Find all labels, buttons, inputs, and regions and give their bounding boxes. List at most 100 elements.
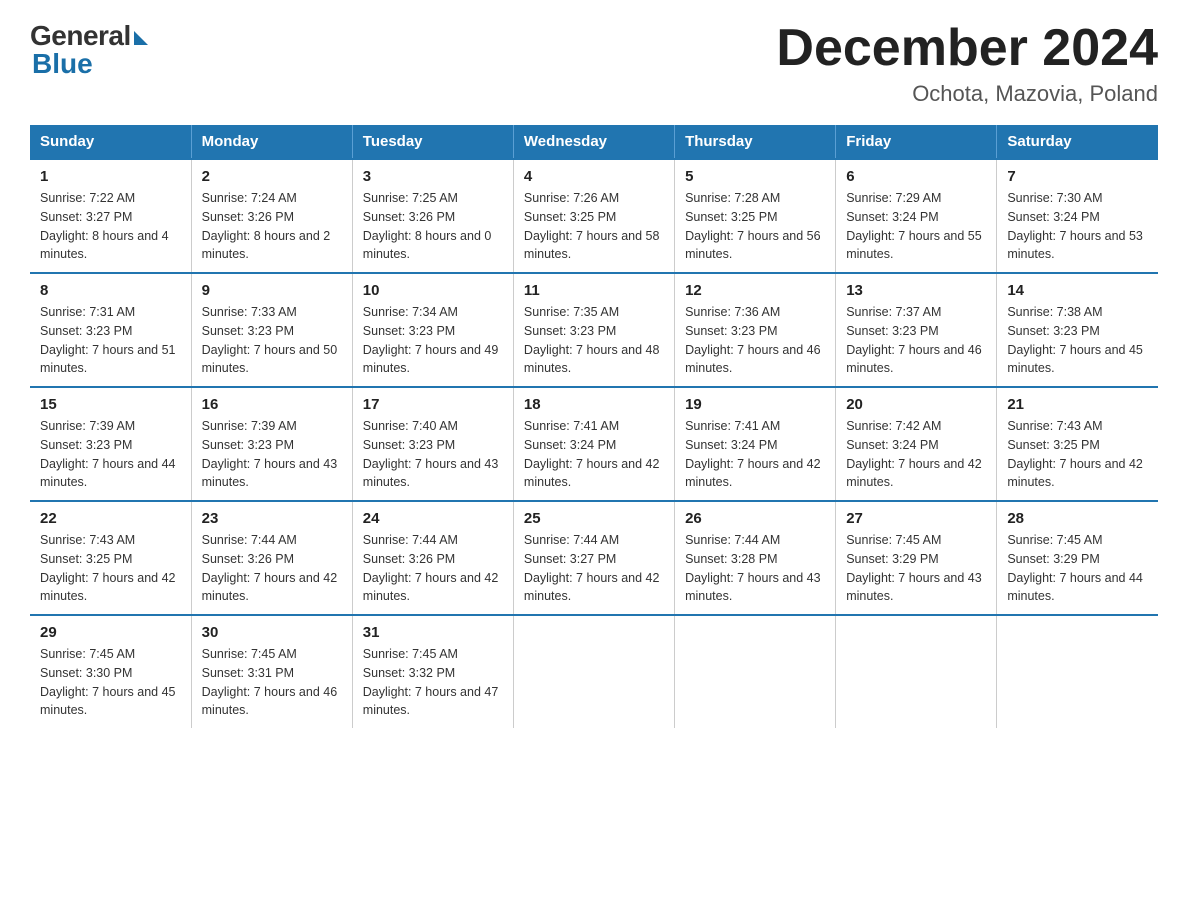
day-info: Sunrise: 7:37 AM Sunset: 3:23 PM Dayligh… [846, 303, 986, 378]
week-row-2: 8 Sunrise: 7:31 AM Sunset: 3:23 PM Dayli… [30, 273, 1158, 387]
day-number: 16 [202, 396, 342, 413]
day-number: 22 [40, 510, 181, 527]
header-row: Sunday Monday Tuesday Wednesday Thursday… [30, 125, 1158, 159]
day-number: 12 [685, 282, 825, 299]
day-info: Sunrise: 7:39 AM Sunset: 3:23 PM Dayligh… [202, 417, 342, 492]
location-subtitle: Ochota, Mazovia, Poland [776, 81, 1158, 107]
calendar-cell [997, 615, 1158, 728]
day-number: 11 [524, 282, 664, 299]
calendar-cell: 6 Sunrise: 7:29 AM Sunset: 3:24 PM Dayli… [836, 159, 997, 273]
day-info: Sunrise: 7:45 AM Sunset: 3:29 PM Dayligh… [846, 531, 986, 606]
col-monday: Monday [191, 125, 352, 159]
calendar-cell: 9 Sunrise: 7:33 AM Sunset: 3:23 PM Dayli… [191, 273, 352, 387]
day-info: Sunrise: 7:44 AM Sunset: 3:28 PM Dayligh… [685, 531, 825, 606]
day-info: Sunrise: 7:38 AM Sunset: 3:23 PM Dayligh… [1007, 303, 1148, 378]
calendar-cell: 2 Sunrise: 7:24 AM Sunset: 3:26 PM Dayli… [191, 159, 352, 273]
day-info: Sunrise: 7:45 AM Sunset: 3:29 PM Dayligh… [1007, 531, 1148, 606]
day-number: 19 [685, 396, 825, 413]
calendar-cell: 3 Sunrise: 7:25 AM Sunset: 3:26 PM Dayli… [352, 159, 513, 273]
day-info: Sunrise: 7:31 AM Sunset: 3:23 PM Dayligh… [40, 303, 181, 378]
day-number: 25 [524, 510, 664, 527]
day-number: 26 [685, 510, 825, 527]
calendar-cell: 20 Sunrise: 7:42 AM Sunset: 3:24 PM Dayl… [836, 387, 997, 501]
col-friday: Friday [836, 125, 997, 159]
calendar-cell: 27 Sunrise: 7:45 AM Sunset: 3:29 PM Dayl… [836, 501, 997, 615]
calendar-cell: 23 Sunrise: 7:44 AM Sunset: 3:26 PM Dayl… [191, 501, 352, 615]
day-number: 3 [363, 168, 503, 185]
day-info: Sunrise: 7:44 AM Sunset: 3:27 PM Dayligh… [524, 531, 664, 606]
day-info: Sunrise: 7:43 AM Sunset: 3:25 PM Dayligh… [1007, 417, 1148, 492]
logo-blue-text: Blue [30, 48, 93, 80]
day-number: 15 [40, 396, 181, 413]
day-number: 10 [363, 282, 503, 299]
day-info: Sunrise: 7:28 AM Sunset: 3:25 PM Dayligh… [685, 189, 825, 264]
day-info: Sunrise: 7:29 AM Sunset: 3:24 PM Dayligh… [846, 189, 986, 264]
col-saturday: Saturday [997, 125, 1158, 159]
day-info: Sunrise: 7:35 AM Sunset: 3:23 PM Dayligh… [524, 303, 664, 378]
day-info: Sunrise: 7:34 AM Sunset: 3:23 PM Dayligh… [363, 303, 503, 378]
day-number: 6 [846, 168, 986, 185]
day-info: Sunrise: 7:45 AM Sunset: 3:31 PM Dayligh… [202, 645, 342, 720]
day-info: Sunrise: 7:36 AM Sunset: 3:23 PM Dayligh… [685, 303, 825, 378]
day-info: Sunrise: 7:39 AM Sunset: 3:23 PM Dayligh… [40, 417, 181, 492]
calendar-cell: 17 Sunrise: 7:40 AM Sunset: 3:23 PM Dayl… [352, 387, 513, 501]
calendar-cell: 14 Sunrise: 7:38 AM Sunset: 3:23 PM Dayl… [997, 273, 1158, 387]
day-number: 8 [40, 282, 181, 299]
day-info: Sunrise: 7:22 AM Sunset: 3:27 PM Dayligh… [40, 189, 181, 264]
calendar-cell: 7 Sunrise: 7:30 AM Sunset: 3:24 PM Dayli… [997, 159, 1158, 273]
calendar-cell: 26 Sunrise: 7:44 AM Sunset: 3:28 PM Dayl… [675, 501, 836, 615]
day-info: Sunrise: 7:41 AM Sunset: 3:24 PM Dayligh… [685, 417, 825, 492]
logo: General Blue [30, 20, 148, 80]
calendar-cell: 5 Sunrise: 7:28 AM Sunset: 3:25 PM Dayli… [675, 159, 836, 273]
day-number: 21 [1007, 396, 1148, 413]
month-title: December 2024 [776, 20, 1158, 77]
day-number: 27 [846, 510, 986, 527]
day-info: Sunrise: 7:26 AM Sunset: 3:25 PM Dayligh… [524, 189, 664, 264]
day-number: 5 [685, 168, 825, 185]
day-number: 13 [846, 282, 986, 299]
calendar-cell: 31 Sunrise: 7:45 AM Sunset: 3:32 PM Dayl… [352, 615, 513, 728]
title-block: December 2024 Ochota, Mazovia, Poland [776, 20, 1158, 107]
day-info: Sunrise: 7:25 AM Sunset: 3:26 PM Dayligh… [363, 189, 503, 264]
day-info: Sunrise: 7:42 AM Sunset: 3:24 PM Dayligh… [846, 417, 986, 492]
day-info: Sunrise: 7:45 AM Sunset: 3:32 PM Dayligh… [363, 645, 503, 720]
day-number: 24 [363, 510, 503, 527]
calendar-cell: 29 Sunrise: 7:45 AM Sunset: 3:30 PM Dayl… [30, 615, 191, 728]
calendar-cell: 18 Sunrise: 7:41 AM Sunset: 3:24 PM Dayl… [513, 387, 674, 501]
calendar-cell: 16 Sunrise: 7:39 AM Sunset: 3:23 PM Dayl… [191, 387, 352, 501]
day-info: Sunrise: 7:33 AM Sunset: 3:23 PM Dayligh… [202, 303, 342, 378]
calendar-cell: 19 Sunrise: 7:41 AM Sunset: 3:24 PM Dayl… [675, 387, 836, 501]
day-number: 23 [202, 510, 342, 527]
day-number: 20 [846, 396, 986, 413]
day-number: 4 [524, 168, 664, 185]
day-info: Sunrise: 7:44 AM Sunset: 3:26 PM Dayligh… [202, 531, 342, 606]
col-thursday: Thursday [675, 125, 836, 159]
day-number: 2 [202, 168, 342, 185]
week-row-1: 1 Sunrise: 7:22 AM Sunset: 3:27 PM Dayli… [30, 159, 1158, 273]
day-number: 17 [363, 396, 503, 413]
calendar-cell: 25 Sunrise: 7:44 AM Sunset: 3:27 PM Dayl… [513, 501, 674, 615]
calendar-cell: 13 Sunrise: 7:37 AM Sunset: 3:23 PM Dayl… [836, 273, 997, 387]
day-number: 28 [1007, 510, 1148, 527]
day-info: Sunrise: 7:43 AM Sunset: 3:25 PM Dayligh… [40, 531, 181, 606]
week-row-5: 29 Sunrise: 7:45 AM Sunset: 3:30 PM Dayl… [30, 615, 1158, 728]
col-sunday: Sunday [30, 125, 191, 159]
calendar-cell: 1 Sunrise: 7:22 AM Sunset: 3:27 PM Dayli… [30, 159, 191, 273]
calendar-cell: 12 Sunrise: 7:36 AM Sunset: 3:23 PM Dayl… [675, 273, 836, 387]
day-info: Sunrise: 7:44 AM Sunset: 3:26 PM Dayligh… [363, 531, 503, 606]
day-info: Sunrise: 7:40 AM Sunset: 3:23 PM Dayligh… [363, 417, 503, 492]
calendar-cell: 28 Sunrise: 7:45 AM Sunset: 3:29 PM Dayl… [997, 501, 1158, 615]
day-info: Sunrise: 7:24 AM Sunset: 3:26 PM Dayligh… [202, 189, 342, 264]
calendar-cell [513, 615, 674, 728]
calendar-cell: 22 Sunrise: 7:43 AM Sunset: 3:25 PM Dayl… [30, 501, 191, 615]
day-number: 30 [202, 624, 342, 641]
day-number: 9 [202, 282, 342, 299]
logo-arrow-icon [134, 31, 148, 45]
day-number: 18 [524, 396, 664, 413]
calendar-cell: 21 Sunrise: 7:43 AM Sunset: 3:25 PM Dayl… [997, 387, 1158, 501]
day-number: 1 [40, 168, 181, 185]
calendar-cell: 30 Sunrise: 7:45 AM Sunset: 3:31 PM Dayl… [191, 615, 352, 728]
week-row-3: 15 Sunrise: 7:39 AM Sunset: 3:23 PM Dayl… [30, 387, 1158, 501]
day-number: 31 [363, 624, 503, 641]
calendar-cell: 11 Sunrise: 7:35 AM Sunset: 3:23 PM Dayl… [513, 273, 674, 387]
